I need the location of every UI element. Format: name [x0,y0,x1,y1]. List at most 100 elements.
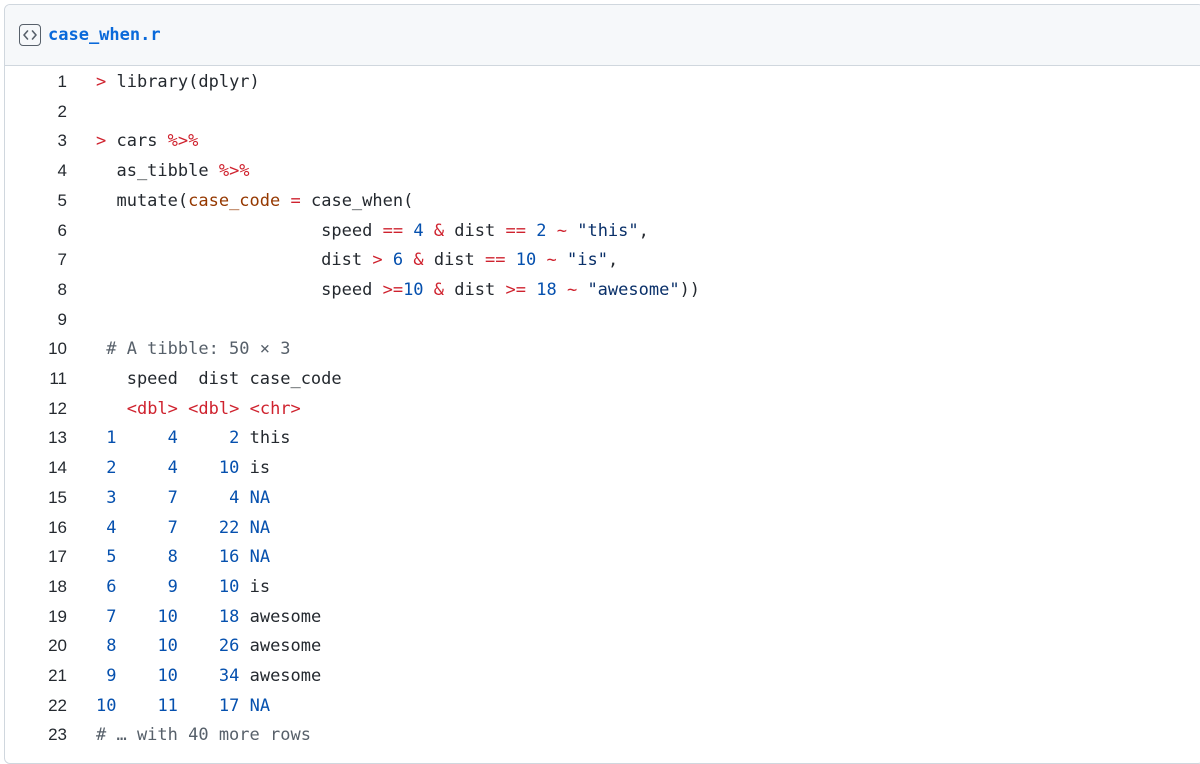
line-content: 7 10 18 awesome [96,602,321,632]
code-token: >= [505,279,526,300]
code-token: %>% [167,131,199,152]
code-token: 4 [167,428,178,449]
line-number[interactable]: 6 [5,216,67,246]
line-number[interactable]: 23 [5,720,67,750]
code-token: dist [444,279,506,300]
code-token: >= [382,279,404,300]
line-number[interactable]: 10 [5,334,67,364]
code-token: %>% [218,161,250,182]
line-content: 10 11 17 NA [96,691,270,721]
line-number[interactable]: 17 [5,542,67,572]
line-number[interactable]: 3 [5,126,67,156]
line-number[interactable]: 4 [5,156,67,186]
code-token: 17 [218,695,240,716]
line-number[interactable]: 18 [5,572,67,602]
code-token: 16 [218,547,240,568]
line-content: 2 4 10 is [96,453,270,483]
line-content: speed >=10 & dist >= 18 ~ "awesome")) [96,275,700,305]
line-content: # A tibble: 50 × 3 [96,334,290,364]
line-content: 8 10 26 awesome [96,631,321,661]
code-line: 11 speed dist case_code [5,364,1200,394]
code-token: awesome [239,606,322,627]
code-token: 4 [229,487,240,508]
line-content: > cars %>% [96,126,198,156]
code-token: # A tibble: 50 × 3 [96,339,291,360]
code-token: mutate( [96,190,189,211]
code-token: 2 [536,220,547,241]
line-number[interactable]: 19 [5,602,67,632]
code-token: is [239,576,271,597]
code-token: cars [116,131,168,152]
code-token: = [290,190,301,211]
code-token: NA [249,547,271,568]
code-token: 1 [96,428,117,449]
code-token: & [433,279,445,300]
line-number[interactable]: 14 [5,453,67,483]
code-token: ~ [546,250,557,271]
line-number[interactable]: 20 [5,631,67,661]
line-number[interactable]: 21 [5,661,67,691]
code-token: 18 [218,606,240,627]
code-line: 5 mutate(case_code = case_when( [5,186,1200,216]
code-line: 9 [5,305,1200,335]
line-content: speed dist case_code [96,364,342,394]
line-number[interactable]: 8 [5,275,67,305]
code-line: 18 6 9 10 is [5,572,1200,602]
line-number[interactable]: 15 [5,483,67,513]
code-token: 9 [96,666,117,686]
line-number[interactable]: 9 [5,305,67,335]
code-token: 26 [218,636,240,657]
code-line: 12 <dbl> <dbl> <chr> [5,394,1200,424]
code-token: case_code [188,190,281,211]
file-name-link[interactable]: case_when.r [48,25,161,45]
code-token: 8 [96,636,117,657]
line-number[interactable]: 16 [5,513,67,543]
code-token: ~ [566,279,578,300]
line-content: dist > 6 & dist == 10 ~ "is", [96,245,618,275]
code-token: 10 [218,576,240,597]
code-token: 8 [167,547,178,568]
code-token: )) [679,279,701,300]
line-number[interactable]: 22 [5,691,67,721]
line-number[interactable]: 7 [5,245,67,275]
code-token: "awesome" [587,279,680,300]
code-token: 2 [229,428,240,449]
line-number[interactable]: 11 [5,364,67,394]
code-token: this [239,428,291,449]
code-token: 18 [536,279,557,300]
code-token: 7 [96,606,117,627]
code-line: 7 dist > 6 & dist == 10 ~ "is", [5,245,1200,275]
code-line: 19 7 10 18 awesome [5,602,1200,632]
code-token: case_when( [300,190,414,211]
line-number[interactable]: 13 [5,423,67,453]
line-number[interactable]: 1 [5,67,67,97]
line-number[interactable]: 2 [5,97,67,127]
code-token: 10 [96,695,117,716]
code-token: 6 [392,250,404,271]
line-number[interactable]: 12 [5,394,67,424]
code-token: 10 [218,458,240,479]
line-number[interactable]: 5 [5,186,67,216]
code-token: NA [249,487,271,508]
